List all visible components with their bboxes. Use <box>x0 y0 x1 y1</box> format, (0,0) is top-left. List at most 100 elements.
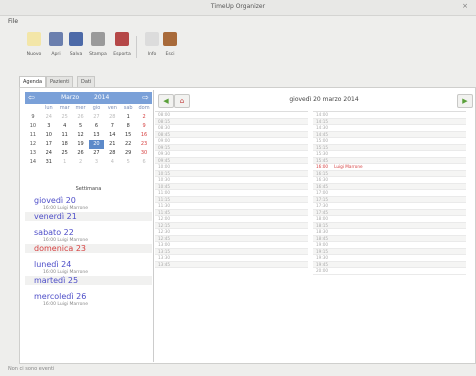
toolbar-button-info[interactable]: Info <box>142 32 162 57</box>
calendar-day[interactable]: 1 <box>57 158 73 167</box>
calendar-day[interactable]: 5 <box>73 122 89 131</box>
calendar-day[interactable]: 19 <box>73 140 89 149</box>
calendar-day[interactable]: 4 <box>104 158 120 167</box>
calendar-day[interactable]: 27 <box>89 149 105 158</box>
calendar-day[interactable]: 1 <box>120 113 136 122</box>
toolbar-button-esci[interactable]: Esci <box>160 32 180 57</box>
slot-time: 09:15 <box>158 144 171 150</box>
next-day-icon: ▶ <box>462 97 468 105</box>
toolbar-separator <box>136 36 137 58</box>
prev-month-icon[interactable]: ⇦ <box>28 93 35 102</box>
slot-time: 15:15 <box>316 144 329 150</box>
exit-icon <box>163 32 177 46</box>
slot-time: 08:00 <box>158 112 171 117</box>
calendar-day[interactable]: 13 <box>89 131 105 140</box>
calendar-day[interactable]: 2 <box>73 158 89 167</box>
slot-time: 16:30 <box>316 177 329 182</box>
time-slot[interactable]: 20:00 <box>313 268 466 275</box>
toolbar-button-nuovo[interactable]: Nuovo <box>24 32 44 57</box>
week-day-item[interactable]: lunedì 24 <box>25 260 152 269</box>
calendar-day[interactable]: 15 <box>120 131 136 140</box>
calendar-day[interactable]: 10 <box>41 131 57 140</box>
title-bar: TimeUp Organizer × <box>0 0 476 16</box>
calendar-day[interactable]: 27 <box>89 113 105 122</box>
next-day-button[interactable]: ▶ <box>457 94 473 108</box>
tab-agenda[interactable]: Agenda <box>19 76 47 87</box>
close-icon[interactable]: × <box>462 2 468 10</box>
calendar-day[interactable]: 26 <box>73 113 89 122</box>
calendar-day[interactable]: 25 <box>57 149 73 158</box>
calendar-day[interactable]: 17 <box>41 140 57 149</box>
week-day-item[interactable]: domenica 23 <box>25 244 152 253</box>
slot-time: 14:30 <box>316 125 329 130</box>
weekday-header: gio <box>92 105 101 111</box>
toolbar-button-stampa[interactable]: Stampa <box>88 32 108 57</box>
slot-time: 08:30 <box>158 125 171 130</box>
week-event[interactable]: 16:00 Luigi Marrone <box>25 301 152 308</box>
calendar-day[interactable]: 7 <box>104 122 120 131</box>
slot-time: 15:45 <box>316 157 329 163</box>
slot-time: 10:00 <box>158 164 171 169</box>
slot-time: 10:30 <box>158 177 171 182</box>
slot-time: 09:00 <box>158 138 171 143</box>
tab-dati[interactable]: Dati <box>77 76 96 87</box>
week-header: Settimana <box>75 186 102 192</box>
prev-day-icon: ◀ <box>163 97 169 105</box>
next-month-icon[interactable]: ⇨ <box>142 93 149 102</box>
calendar-day[interactable]: 11 <box>57 131 73 140</box>
week-event[interactable]: 16:00 Luigi Marrone <box>25 205 152 212</box>
calendar-day[interactable]: 4 <box>57 122 73 131</box>
today-button[interactable]: ⌂ <box>174 94 190 108</box>
prev-day-button[interactable]: ◀ <box>158 94 174 108</box>
menu-file[interactable]: File <box>8 18 18 25</box>
week-day-item[interactable]: venerdì 21 <box>25 212 152 221</box>
slot-time: 19:30 <box>316 255 329 260</box>
calendar-day[interactable]: 23 <box>136 140 152 149</box>
calendar-day[interactable]: 5 <box>120 158 136 167</box>
calendar-day[interactable]: 20 <box>88 140 105 149</box>
calendar-day[interactable]: 26 <box>73 149 89 158</box>
week-event[interactable]: 16:00 Luigi Marrone <box>25 269 152 276</box>
calendar-day[interactable]: 25 <box>57 113 73 122</box>
slot-time: 19:00 <box>316 242 329 247</box>
calendar-day[interactable]: 22 <box>120 140 136 149</box>
calendar-day[interactable]: 6 <box>136 158 152 167</box>
day-title: giovedì 20 marzo 2014 <box>289 96 359 103</box>
calendar-day[interactable]: 24 <box>41 113 57 122</box>
week-day-item[interactable]: giovedì 20 <box>25 196 152 205</box>
calendar-day[interactable]: 9 <box>136 122 152 131</box>
tab-pazienti[interactable]: Pazienti <box>46 76 74 87</box>
toolbar-button-esporta[interactable]: Esporta <box>112 32 132 57</box>
calendar-day[interactable]: 30 <box>136 149 152 158</box>
week-event[interactable]: 16:00 Luigi Marrone <box>25 237 152 244</box>
calendar-day[interactable]: 29 <box>120 149 136 158</box>
calendar-day[interactable]: 8 <box>120 122 136 131</box>
toolbar: Nuovo Apri Salva Stampa Esporta Info Esci <box>0 30 476 68</box>
window-title: TimeUp Organizer <box>210 3 266 10</box>
week-day-item[interactable]: sabato 22 <box>25 228 152 237</box>
week-day-item[interactable]: martedì 25 <box>25 276 152 285</box>
calendar-day[interactable]: 28 <box>104 149 120 158</box>
calendar-day[interactable]: 3 <box>41 122 57 131</box>
toolbar-button-apri[interactable]: Apri <box>46 32 66 57</box>
calendar-day[interactable]: 14 <box>104 131 120 140</box>
slot-time: 09:30 <box>158 151 171 156</box>
calendar-day[interactable]: 2 <box>136 113 152 122</box>
save-icon <box>69 32 83 46</box>
divider <box>153 90 154 362</box>
time-slot[interactable]: 13:45 <box>155 261 308 268</box>
week-number: 9 <box>31 114 35 120</box>
calendar-day[interactable]: 6 <box>89 122 105 131</box>
calendar-day[interactable]: 21 <box>104 140 120 149</box>
calendar-day[interactable]: 12 <box>73 131 89 140</box>
calendar-day[interactable]: 18 <box>57 140 73 149</box>
week-day-item[interactable]: mercoledì 26 <box>25 292 152 301</box>
week-number: 12 <box>29 141 37 147</box>
calendar-day[interactable]: 3 <box>89 158 105 167</box>
calendar-day[interactable]: 28 <box>104 113 120 122</box>
calendar-day[interactable]: 24 <box>41 149 57 158</box>
calendar-day[interactable]: 31 <box>41 158 57 167</box>
toolbar-button-salva[interactable]: Salva <box>66 32 86 57</box>
slot-time: 16:00 <box>316 164 329 169</box>
calendar-day[interactable]: 16 <box>136 131 152 140</box>
